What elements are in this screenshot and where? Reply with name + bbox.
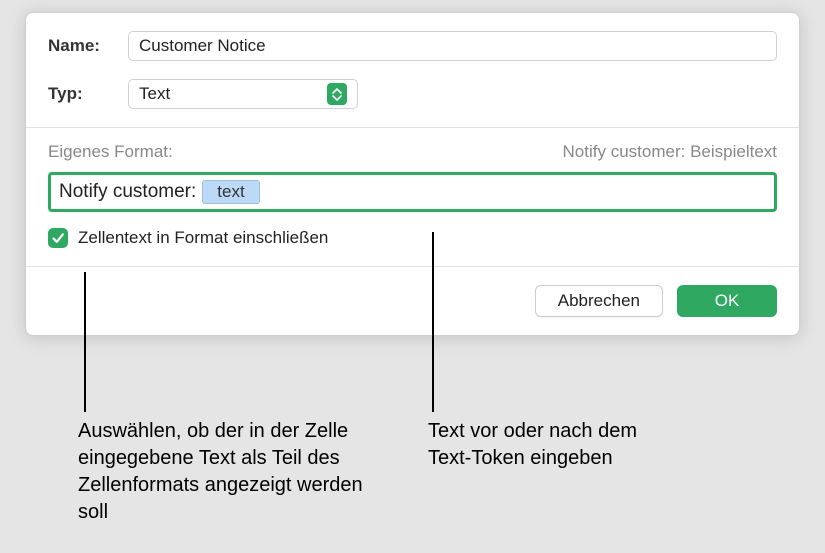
cancel-button[interactable]: Abbrechen bbox=[535, 285, 663, 317]
dialog-button-row: Abbrechen OK bbox=[26, 266, 799, 335]
updown-icon bbox=[327, 83, 347, 105]
format-header: Eigenes Format: Notify customer: Beispie… bbox=[48, 142, 777, 162]
text-token[interactable]: text bbox=[202, 180, 259, 204]
sample-text: Notify customer: Beispieltext bbox=[563, 142, 777, 162]
type-row: Typ: Text bbox=[48, 79, 777, 109]
type-select[interactable]: Text bbox=[128, 79, 358, 109]
callout-line-left bbox=[84, 272, 86, 412]
format-field[interactable]: Notify customer: text bbox=[48, 172, 777, 212]
ok-button[interactable]: OK bbox=[677, 285, 777, 317]
cancel-button-label: Abbrechen bbox=[558, 291, 640, 311]
dialog-mid-section: Eigenes Format: Notify customer: Beispie… bbox=[26, 128, 799, 266]
format-prefix-text: Notify customer: bbox=[59, 181, 196, 203]
type-value: Text bbox=[139, 84, 170, 104]
include-text-row: Zellentext in Format einschließen bbox=[48, 228, 777, 248]
name-row: Name: bbox=[48, 31, 777, 61]
callout-right: Text vor oder nach dem Text-Token eingeb… bbox=[428, 418, 678, 472]
checkmark-icon bbox=[51, 231, 65, 245]
custom-format-dialog: Name: Typ: Text Eigenes Format: Notify c… bbox=[25, 12, 800, 336]
dialog-top-section: Name: Typ: Text bbox=[26, 13, 799, 127]
name-label: Name: bbox=[48, 36, 128, 56]
include-text-label: Zellentext in Format einschließen bbox=[78, 228, 328, 248]
include-text-checkbox[interactable] bbox=[48, 228, 68, 248]
ok-button-label: OK bbox=[715, 291, 740, 311]
own-format-label: Eigenes Format: bbox=[48, 142, 173, 162]
type-label: Typ: bbox=[48, 84, 128, 104]
name-input[interactable] bbox=[128, 31, 777, 61]
callout-line-right bbox=[432, 232, 434, 412]
callout-left: Auswählen, ob der in der Zelle eingegebe… bbox=[78, 418, 388, 526]
